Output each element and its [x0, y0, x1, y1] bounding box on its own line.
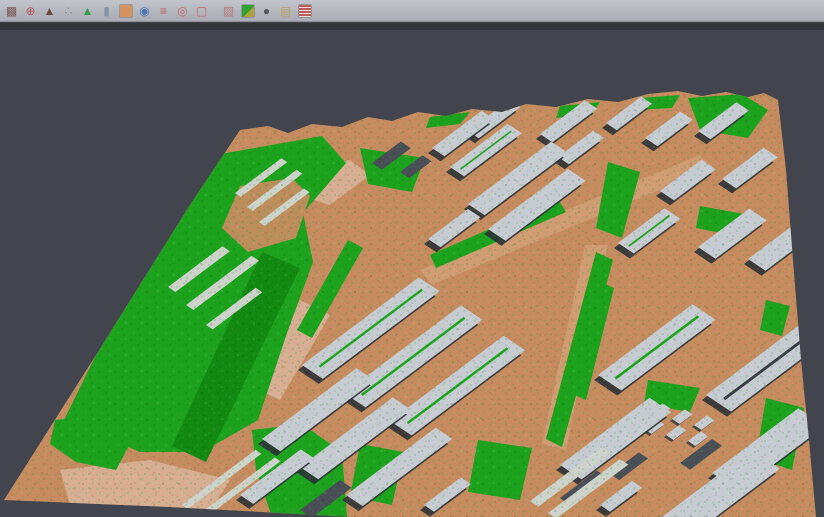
dem-surface-icon[interactable]: ▲: [41, 2, 58, 20]
measure-icon[interactable]: ▤: [277, 2, 294, 20]
layer-list-icon[interactable]: ≡: [155, 2, 172, 20]
open-project-icon[interactable]: ▩: [3, 2, 20, 20]
profile-view-icon[interactable]: ▮: [98, 2, 115, 20]
scatter-vegetation: [0, 0, 824, 517]
toolbar: ▩⊕▲∴▲▮◉≡◎▢▨●▤: [0, 0, 824, 22]
target-circle-icon[interactable]: ◎: [174, 2, 191, 20]
terrain-model-icon[interactable]: ▲: [79, 2, 96, 20]
terrain-mesh: [0, 0, 824, 517]
camera-icon[interactable]: ●: [258, 2, 275, 20]
viewport-3d[interactable]: [0, 0, 824, 517]
scene-svg[interactable]: [0, 0, 824, 517]
flag-lines-icon[interactable]: [296, 2, 313, 20]
rect-selection-icon[interactable]: ▢: [193, 2, 210, 20]
center-view-icon[interactable]: ⊕: [22, 2, 39, 20]
toolbar-shadow: [0, 23, 824, 30]
classification-icon[interactable]: [239, 2, 256, 20]
globe-icon[interactable]: ◉: [136, 2, 153, 20]
point-cloud-icon[interactable]: ∴: [60, 2, 77, 20]
grid-overlay-icon[interactable]: ▨: [220, 2, 237, 20]
orthophoto-icon[interactable]: [117, 2, 134, 20]
